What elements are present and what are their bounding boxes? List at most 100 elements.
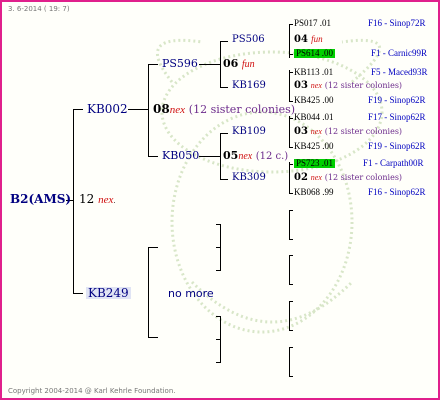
KB044-origin: F17 - Sinop62R — [368, 112, 426, 122]
PS596-year-block: 06 fun — [223, 58, 255, 70]
tree-line — [289, 72, 293, 73]
tree-line — [148, 247, 149, 337]
node-PS614[interactable]: PS614 .00 — [294, 48, 336, 58]
tree-line — [220, 179, 228, 180]
root-id: B2(AMS) — [10, 192, 72, 206]
copyright: Copyright 2004-2014 @ Karl Kehrle Founda… — [8, 387, 176, 395]
tree-line — [289, 54, 293, 55]
root-year: 12 — [79, 192, 95, 206]
tree-line — [199, 156, 220, 157]
KB169-year-block: 03 nex (12 sister colonies) — [294, 81, 402, 91]
tree-line — [289, 24, 290, 58]
tree-line — [289, 101, 293, 102]
node-KB425-a[interactable]: KB425 .00 — [294, 96, 334, 105]
PS017-year: .01 — [319, 18, 332, 28]
PS017-id: PS017 — [294, 18, 318, 28]
KB113-id: KB113 — [294, 67, 320, 77]
PS723-id: PS723 — [296, 158, 320, 168]
tree-line — [289, 255, 290, 285]
no-more-label: no more — [168, 287, 214, 300]
tree-line — [289, 210, 293, 211]
tree-line — [289, 116, 290, 148]
tree-line — [289, 193, 293, 194]
tree-line — [289, 164, 293, 165]
print-date: 3. 6-2014 ( 19: 7) — [8, 5, 70, 13]
PS614-id: PS614 — [296, 48, 320, 58]
tree-line — [220, 41, 228, 42]
KB050-mark: nex — [238, 151, 253, 162]
tree-line — [289, 239, 293, 240]
tree-line — [216, 362, 221, 363]
tree-line — [289, 301, 290, 331]
tree-line — [220, 41, 221, 87]
PS506-year: 04 — [294, 34, 308, 45]
tree-line — [289, 347, 293, 348]
PS596-mark: fun — [241, 59, 255, 70]
KB425-b-id: KB425 — [294, 141, 321, 151]
KB169-year: 03 — [294, 80, 308, 91]
root-dot: . — [113, 197, 116, 205]
node-PS017[interactable]: PS017 .01 — [294, 19, 331, 28]
KB169-sister-note: (12 sister colonies) — [324, 81, 403, 90]
tree-line — [73, 109, 74, 293]
node-PS506[interactable]: PS506 — [232, 35, 265, 45]
node-KB068[interactable]: KB068 .99 — [294, 188, 334, 197]
tree-line — [289, 118, 293, 119]
node-PS723[interactable]: PS723 .01 — [294, 158, 336, 168]
tree-line — [289, 255, 293, 256]
node-KB425-b[interactable]: KB425 .00 — [294, 142, 334, 151]
PS614-origin: F1 - Carnic99R — [371, 48, 427, 58]
tree-line — [216, 270, 221, 271]
tree-line — [128, 109, 148, 110]
node-KB113[interactable]: KB113 .01 — [294, 68, 333, 77]
KB425-a-origin: F19 - Sinop62R — [368, 95, 426, 105]
tree-line — [289, 210, 290, 240]
KB113-year: .01 — [321, 67, 334, 77]
tree-line — [289, 147, 293, 148]
node-KB109[interactable]: KB109 — [232, 127, 266, 137]
tree-line — [216, 224, 221, 225]
PS506-year-block: 04 fun — [294, 35, 323, 45]
node-PS596[interactable]: PS596 — [162, 58, 198, 69]
tree-line — [73, 109, 83, 110]
KB002-year-block: 08nex (12 sister colonies) — [153, 103, 295, 116]
KB050-year: 05 — [223, 149, 239, 162]
PS614-year: .00 — [321, 48, 334, 58]
KB044-id: KB044 — [294, 112, 321, 122]
tree-line — [216, 316, 221, 317]
tree-line — [289, 330, 293, 331]
KB109-sister-note: (12 sister colonies) — [324, 127, 403, 136]
tree-line — [148, 337, 158, 338]
tree-line — [289, 301, 293, 302]
root-year-block: 12 nex. — [79, 193, 116, 206]
KB309-year: 02 — [294, 172, 308, 183]
tree-line — [289, 284, 293, 285]
KB002-year: 08 — [153, 102, 170, 116]
dam-KB249[interactable]: KB249 — [86, 287, 131, 299]
PS596-year: 06 — [223, 57, 239, 70]
node-KB050[interactable]: KB050 — [162, 150, 199, 161]
KB113-origin: F5 - Maced93R — [371, 67, 428, 77]
root-mark: nex — [98, 194, 114, 206]
node-KB169[interactable]: KB169 — [232, 81, 266, 91]
PS506-mark: fun — [311, 34, 323, 44]
KB425-a-id: KB425 — [294, 95, 321, 105]
root-queen[interactable]: B2(AMS) — [10, 193, 71, 205]
PS723-origin: F1 - Carpath00R — [363, 158, 424, 168]
tree-line — [289, 70, 290, 102]
KB002-mark: nex — [169, 104, 185, 116]
KB169-mark: nex — [310, 81, 322, 90]
KB068-year: .99 — [322, 187, 334, 197]
node-KB044[interactable]: KB044 .01 — [294, 113, 334, 122]
KB309-mark: nex — [310, 173, 322, 182]
tree-line — [216, 339, 221, 340]
sire-KB002[interactable]: KB002 — [87, 103, 128, 115]
PS017-origin: F16 - Sinop72R — [368, 18, 426, 28]
KB309-sister-note: (12 sister colonies) — [324, 173, 403, 182]
node-KB309[interactable]: KB309 — [232, 173, 266, 183]
KB050-sister-note: (12 c.) — [255, 151, 289, 162]
KB425-b-year: .00 — [322, 141, 334, 151]
KB309-year-block: 02 nex (12 sister colonies) — [294, 173, 402, 183]
KB044-year: .01 — [322, 112, 334, 122]
KB109-year: 03 — [294, 126, 308, 137]
